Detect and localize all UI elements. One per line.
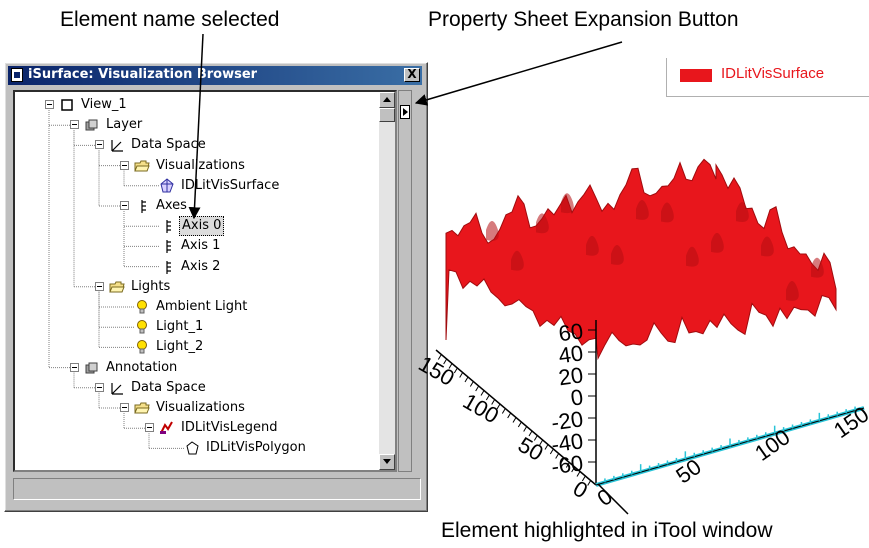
layer-icon: [84, 117, 100, 133]
collapse-toggle-icon[interactable]: [95, 281, 104, 291]
tree-node-label: Visualizations: [156, 400, 245, 415]
collapse-toggle-icon[interactable]: [145, 423, 154, 433]
callout-element-highlighted: Element highlighted in iTool window: [441, 519, 773, 542]
axis-icon: [159, 259, 175, 275]
tree-node-label: IDLitVisSurface: [181, 177, 280, 193]
y-minor-tick: [469, 381, 474, 387]
tree-node-label: Light_2: [156, 339, 204, 355]
tree-node-label: Axis 2: [181, 258, 221, 274]
y-tick-label: 50: [514, 432, 548, 466]
collapse-toggle-icon[interactable]: [70, 120, 79, 130]
tree-node-label: Axis 0: [179, 216, 225, 237]
visualization-browser-window: iSurface: Visualization Browser X View_1…: [4, 62, 428, 512]
surface-icon: [159, 178, 175, 194]
window-titlebar[interactable]: iSurface: Visualization Browser X: [8, 66, 422, 85]
y-minor-tick: [507, 412, 512, 419]
y-tick-label: 100: [459, 388, 503, 428]
x-tick-label: 150: [829, 402, 869, 444]
tree-node-label: Light_1: [156, 319, 204, 335]
y-tick-label: 0: [569, 476, 592, 504]
close-button[interactable]: X: [404, 68, 420, 82]
legend-icon: [159, 420, 175, 436]
surface-plot[interactable]: 6040200-20-40-60050100150050100150: [416, 140, 869, 510]
axis-icon: [159, 218, 175, 234]
tree-node-label: Layer: [106, 117, 143, 133]
scroll-down-button[interactable]: [379, 454, 395, 470]
lightbulb-icon: [134, 299, 150, 315]
y-minor-tick: [464, 376, 469, 383]
collapse-toggle-icon[interactable]: [120, 160, 129, 170]
x-tick-label: 0: [593, 484, 617, 510]
vertical-scrollbar[interactable]: [379, 92, 395, 470]
axes-icon: [134, 198, 150, 214]
y-minor-tick: [517, 421, 522, 428]
lightbulb-icon: [134, 319, 150, 335]
status-bar: [13, 478, 421, 500]
polygon-icon: [184, 440, 200, 456]
collapse-toggle-icon[interactable]: [45, 100, 54, 109]
y-minor-tick: [501, 408, 506, 414]
scroll-up-button[interactable]: [379, 92, 395, 108]
lightbulb-icon: [134, 339, 150, 355]
tree-node-label: Axes: [156, 198, 187, 213]
folder-icon: [109, 279, 125, 295]
tree-node-label: IDLitVisLegend: [181, 420, 278, 436]
tree-node-label: Data Space: [131, 379, 206, 395]
property-sheet-expansion-bar: [398, 90, 412, 472]
view-icon: [59, 97, 75, 113]
tree-node-label: Lights: [131, 278, 171, 294]
dataspace-icon: [109, 380, 125, 396]
arrow-to-expansion-button: [414, 41, 623, 106]
folder-icon: [134, 400, 150, 416]
tree-node-label: Visualizations: [156, 157, 245, 173]
property-sheet-expansion-button[interactable]: [400, 105, 410, 119]
collapse-toggle-icon[interactable]: [120, 403, 129, 412]
surface-mesh[interactable]: [445, 158, 837, 361]
collapse-toggle-icon[interactable]: [70, 362, 79, 372]
app-window-icon[interactable]: [11, 68, 23, 82]
y-minor-tick: [512, 417, 517, 423]
window-title: iSurface: Visualization Browser: [28, 67, 258, 82]
tree-node-label: Annotation: [106, 359, 178, 375]
legend-box[interactable]: IDLitVisSurface: [666, 58, 869, 97]
collapse-toggle-icon[interactable]: [120, 201, 129, 210]
tree-node-label: Data Space: [131, 137, 206, 153]
tree-node-label: View_1: [81, 97, 127, 112]
axis-icon: [159, 238, 175, 254]
callout-property-sheet-expansion-button: Property Sheet Expansion Button: [428, 8, 739, 31]
callout-element-name-selected: Element name selected: [60, 8, 280, 31]
layer-icon: [84, 360, 100, 376]
legend-label: IDLitVisSurface: [721, 65, 825, 82]
tree-node-label: Ambient Light: [156, 299, 248, 314]
collapse-toggle-icon[interactable]: [95, 382, 104, 392]
y-tick-label: 150: [416, 351, 459, 391]
legend-swatch: [680, 69, 712, 82]
dataspace-icon: [109, 137, 125, 153]
tree-node-label: Axis 1: [181, 238, 221, 254]
collapse-toggle-icon[interactable]: [95, 140, 104, 150]
z-tick-label: -60: [550, 450, 585, 479]
scroll-thumb[interactable]: [379, 108, 395, 122]
tree-view[interactable]: View_1 Layer Data Space Visualizations IDLit…: [13, 90, 397, 472]
tree-node-label: IDLitVisPolygon: [206, 440, 306, 456]
folder-icon: [134, 158, 150, 174]
y-minor-tick: [459, 372, 464, 378]
